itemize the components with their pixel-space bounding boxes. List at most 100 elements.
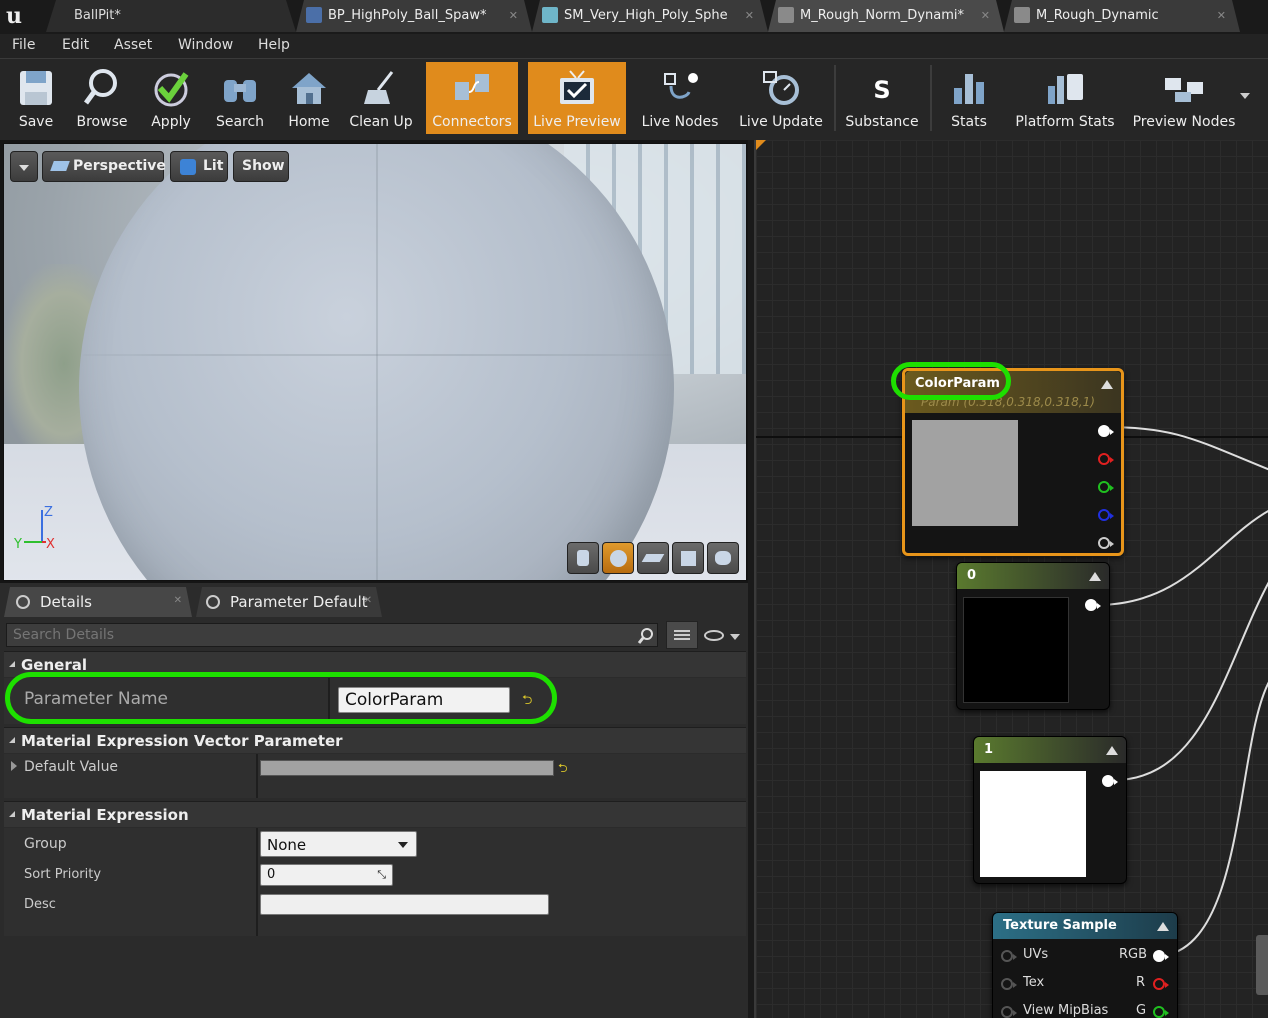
column-splitter[interactable]	[256, 828, 258, 936]
property-matrix-button[interactable]	[666, 621, 698, 649]
menu-help[interactable]: Help	[258, 37, 290, 53]
drag-resize-icon[interactable]: ⤡	[377, 868, 386, 882]
output-pin-r[interactable]	[1153, 978, 1169, 990]
output-pin-rgba[interactable]	[1098, 425, 1114, 437]
section-vector-parameter-title: Material Expression Vector Parameter	[21, 732, 343, 750]
section-material-expression[interactable]: Material Expression	[4, 801, 746, 827]
tab-parameter-default[interactable]: Parameter Default ✕	[196, 587, 382, 617]
tab-details[interactable]: Details ✕	[4, 587, 192, 617]
output-pin-rgb[interactable]	[1153, 950, 1169, 962]
project-tab[interactable]: BallPit*	[46, 0, 296, 32]
constant-0-node-header[interactable]	[957, 563, 1109, 589]
live-update-button[interactable]: Live Update	[734, 62, 828, 134]
reset-to-default-icon[interactable]: ⮌	[558, 759, 568, 780]
home-label: Home	[288, 114, 330, 130]
desc-input[interactable]	[260, 894, 549, 915]
close-icon[interactable]: ✕	[364, 595, 372, 606]
output-pin[interactable]	[1085, 599, 1101, 611]
default-value-color-swatch[interactable]	[260, 760, 554, 776]
sort-priority-spinbox[interactable]: 0 ⤡	[260, 864, 393, 886]
sort-priority-value: 0	[267, 867, 276, 882]
browse-button[interactable]: Browse	[70, 62, 134, 134]
output-pin-r[interactable]	[1098, 453, 1114, 465]
search-icon[interactable]	[637, 627, 655, 645]
substance-button[interactable]: S Substance	[840, 62, 924, 134]
section-material-expression-vector-parameter[interactable]: Material Expression Vector Parameter	[4, 727, 746, 753]
section-material-expression-title: Material Expression	[21, 806, 189, 824]
input-uvs-label: UVs	[1023, 947, 1049, 962]
tab-sm-very-high-poly-sphere[interactable]: SM_Very_High_Poly_Sphe ✕	[532, 0, 768, 32]
view-options-button[interactable]	[704, 627, 742, 645]
live-preview-button[interactable]: Live Preview	[528, 62, 626, 134]
live-nodes-button[interactable]: Live Nodes	[636, 62, 724, 134]
preview-mesh-button[interactable]	[707, 542, 739, 574]
connectors-button[interactable]: Connectors	[426, 62, 518, 134]
preview-sphere-button[interactable]	[602, 542, 634, 574]
constant-1-node[interactable]: 1	[973, 736, 1127, 884]
material-graph[interactable]: ColorParam Param (0.318,0.318,0.318,1) 0…	[754, 140, 1268, 1018]
close-icon[interactable]: ✕	[981, 9, 990, 22]
toolbar-overflow-chevron-icon[interactable]	[1240, 93, 1250, 99]
preview-viewport[interactable]: Perspective Lit Show Z X Y	[3, 143, 747, 581]
graph-scrollbar[interactable]	[1256, 935, 1268, 995]
viewport-options-button[interactable]	[10, 151, 38, 182]
output-pin-g[interactable]	[1098, 481, 1114, 493]
platform-stats-button[interactable]: Platform Stats	[1010, 62, 1120, 134]
search-details-input[interactable]	[13, 627, 613, 643]
chevron-down-icon	[398, 842, 408, 848]
column-splitter[interactable]	[256, 754, 258, 798]
search-button[interactable]: Search	[208, 62, 272, 134]
collapse-arrow-icon	[9, 737, 15, 743]
save-button[interactable]: Save	[4, 62, 68, 134]
show-button[interactable]: Show	[233, 151, 289, 182]
menu-window[interactable]: Window	[178, 37, 233, 53]
search-details-field[interactable]	[6, 623, 658, 647]
lit-button[interactable]: Lit	[170, 151, 228, 182]
close-icon[interactable]: ✕	[1217, 9, 1226, 22]
browse-icon	[83, 69, 117, 105]
tab-parameter-default-label: Parameter Default	[230, 593, 368, 611]
preview-cube-button[interactable]	[672, 542, 704, 574]
collapse-arrow-icon[interactable]	[1106, 746, 1118, 755]
preview-cylinder-button[interactable]	[567, 542, 599, 574]
input-pin-tex[interactable]	[1001, 978, 1017, 990]
perspective-button[interactable]: Perspective	[42, 151, 166, 182]
collapse-arrow-icon[interactable]	[1089, 572, 1101, 581]
output-pin-b[interactable]	[1098, 509, 1114, 521]
tab-label: SM_Very_High_Poly_Sphe	[564, 8, 728, 23]
group-dropdown[interactable]: None	[260, 831, 417, 857]
sphere-seam	[82, 354, 672, 356]
home-button[interactable]: Home	[278, 62, 340, 134]
menu-edit[interactable]: Edit	[62, 37, 89, 53]
close-icon[interactable]: ✕	[509, 9, 518, 22]
output-pin-a[interactable]	[1098, 537, 1114, 549]
collapse-arrow-icon[interactable]	[1101, 380, 1113, 389]
tab-details-label: Details	[40, 593, 93, 611]
apply-button[interactable]: Apply	[138, 62, 204, 134]
input-pin-uvs[interactable]	[1001, 950, 1017, 962]
input-pin-view-mipbias[interactable]	[1001, 1006, 1017, 1018]
constant-1-node-header[interactable]	[974, 737, 1126, 763]
stats-button[interactable]: Stats	[940, 62, 998, 134]
output-pin[interactable]	[1102, 775, 1118, 787]
unreal-logo-icon[interactable]: u	[6, 3, 32, 29]
texture-sample-node[interactable]: Texture Sample UVs Tex View MipBias RGB …	[992, 912, 1178, 1018]
collapse-arrow-icon[interactable]	[1157, 922, 1169, 931]
substance-icon: S	[873, 76, 890, 104]
tab-m-rough-dynamic[interactable]: M_Rough_Dynamic ✕	[1004, 0, 1240, 32]
axis-gizmo: Z X Y	[14, 505, 55, 552]
preview-nodes-button[interactable]: Preview Nodes	[1130, 62, 1238, 134]
tab-m-rough-norm-dynamic[interactable]: M_Rough_Norm_Dynami* ✕	[768, 0, 1004, 32]
stats-icon	[954, 74, 984, 104]
clean-up-button[interactable]: Clean Up	[344, 62, 418, 134]
expand-arrow-icon[interactable]	[11, 761, 17, 771]
preview-plane-button[interactable]	[637, 542, 669, 574]
tab-bp-highpoly-ball-spawner[interactable]: BP_HighPoly_Ball_Spaw* ✕	[296, 0, 532, 32]
default-value-row: Default Value ⮌	[4, 754, 746, 798]
output-pin-g[interactable]	[1153, 1006, 1169, 1018]
constant-0-node[interactable]: 0	[956, 562, 1110, 710]
close-icon[interactable]: ✕	[745, 9, 754, 22]
menu-file[interactable]: File	[12, 37, 35, 53]
close-icon[interactable]: ✕	[174, 595, 182, 606]
menu-asset[interactable]: Asset	[114, 37, 152, 53]
